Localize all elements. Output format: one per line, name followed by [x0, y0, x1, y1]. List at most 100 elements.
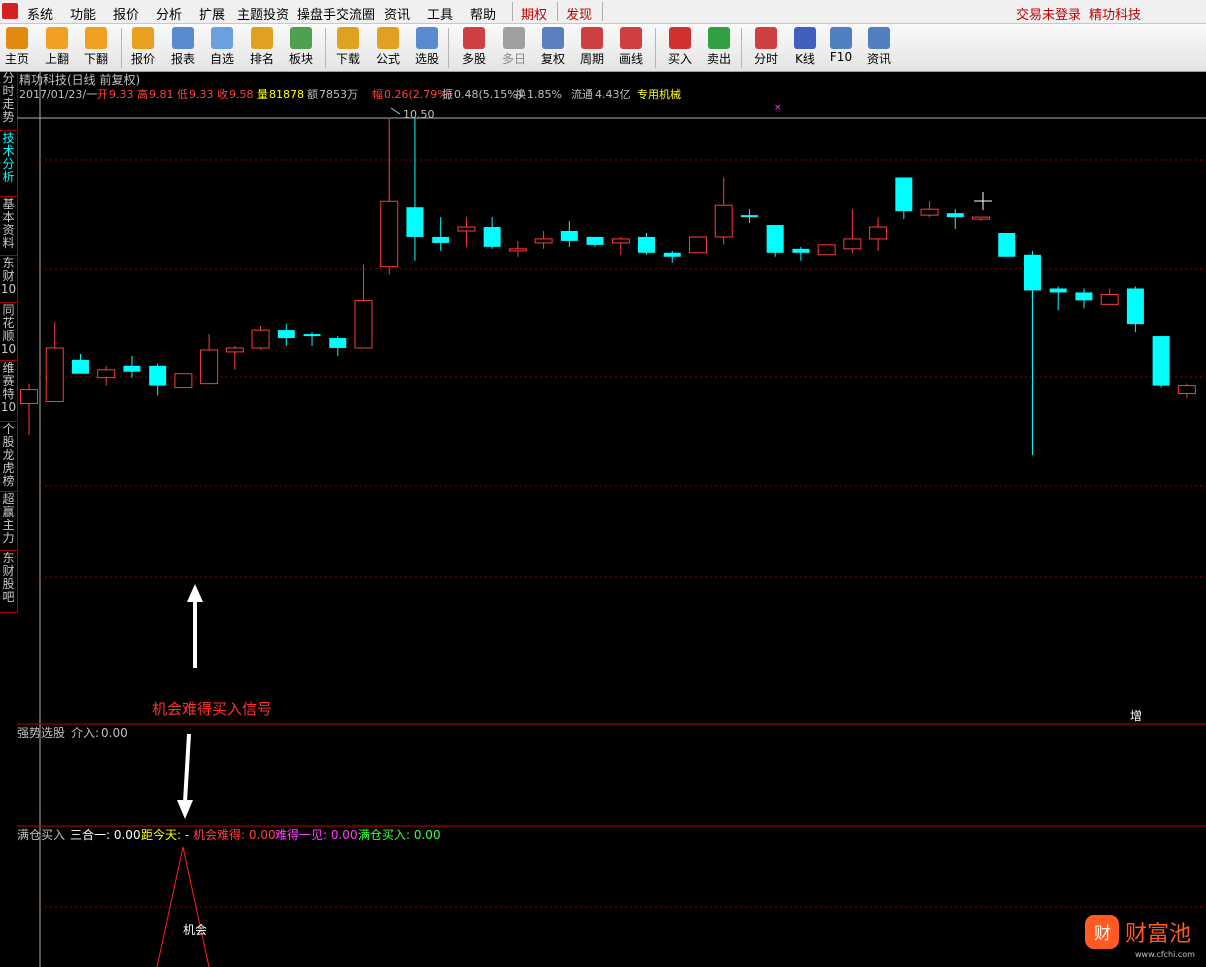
candle-body-up: [508, 248, 527, 252]
panel1-field-value: 0.00: [101, 726, 128, 740]
side-tab-6[interactable]: 个股龙虎榜: [0, 423, 18, 492]
side-tab-0[interactable]: 分时走势: [0, 72, 18, 131]
menu-separator: [557, 2, 558, 21]
event-marker-icon: ×: [774, 103, 782, 113]
side-tab-4[interactable]: 同花顺10: [0, 304, 18, 361]
toolbar-button-stock-picker[interactable]: 选股: [407, 25, 447, 69]
candle-body-up: [1100, 293, 1119, 305]
candle-body-up: [225, 347, 244, 353]
toolbar-button-f6[interactable]: 自选: [202, 25, 242, 69]
f8-icon: [581, 27, 603, 49]
toolbar-button-clock[interactable]: 多日: [494, 25, 534, 69]
toolbar-button-home[interactable]: 主页: [0, 25, 37, 69]
toolbar-button-download[interactable]: 下载: [328, 25, 368, 69]
kline-chart[interactable]: 精功科技(日线 前复权)2017/01/23/一开 9.33 高 9.81 低 9.33 收…: [17, 72, 1206, 967]
up-arrow-icon: [187, 584, 203, 602]
candle-body-up: [972, 216, 991, 220]
header-turnover-value: 1.85%: [527, 88, 562, 101]
toolbar-button-label: 排名: [249, 52, 274, 66]
toolbar-button-buy[interactable]: 买入: [660, 25, 700, 69]
toolbar-button-arrow-down[interactable]: 下翻: [76, 25, 116, 69]
candle-body-up: [817, 244, 836, 256]
menu-separator: [512, 2, 513, 21]
header-volume-value: 81878: [269, 88, 304, 101]
toolbar-button-restore-rights[interactable]: 复权: [533, 25, 573, 69]
candle-body-up: [251, 329, 270, 349]
menu-item-options[interactable]: 期权: [521, 4, 547, 23]
panel1-name: 强势选股: [17, 726, 65, 740]
side-tab-2[interactable]: 基本资料: [0, 198, 18, 256]
side-tab-7[interactable]: 超赢主力: [0, 493, 18, 551]
header-turnover-label: 换: [515, 87, 526, 101]
menu-item-function[interactable]: 功能: [70, 4, 96, 23]
toolbar-button-multi-stock[interactable]: 多股: [454, 25, 494, 69]
stock-picker-icon: [416, 27, 438, 49]
header-high-value: 9.81: [149, 88, 174, 101]
chart-title: 精功科技(日线 前复权): [19, 72, 140, 87]
toolbar-button-label: F10: [829, 50, 853, 64]
candle-body-down: [483, 227, 501, 247]
candle-body-down: [766, 225, 784, 253]
header-low-label: 低: [177, 88, 188, 101]
menu-item-analysis[interactable]: 分析: [156, 4, 182, 23]
candle-body-down: [638, 236, 656, 253]
candle-body-up: [688, 236, 707, 254]
candle-body-up: [534, 238, 553, 244]
toolbar-separator: [741, 28, 742, 68]
toolbar-separator: [121, 28, 122, 68]
candle-body-up: [97, 369, 116, 379]
toolbar-button-sector[interactable]: 板块: [281, 25, 321, 69]
annotation-text: 机会难得买入信号: [152, 700, 272, 718]
menu-item-news[interactable]: 资讯: [384, 4, 410, 23]
header-open-label: 开: [97, 88, 108, 101]
side-tab-8[interactable]: 东财股吧: [0, 552, 18, 613]
candle-body-up: [354, 299, 373, 349]
candle-body-down: [406, 207, 424, 237]
toolbar-button-label: 下翻: [83, 52, 108, 66]
header-volume-label: 量: [257, 88, 268, 101]
menu-item-extend[interactable]: 扩展: [199, 4, 225, 23]
menu-item-theme-invest[interactable]: 主题投资: [237, 4, 289, 23]
candle-body-down: [946, 213, 964, 218]
candle-body-up: [174, 373, 193, 389]
toolbar-button-report[interactable]: 报表: [163, 25, 203, 69]
toolbar-button-news[interactable]: 资讯: [859, 25, 899, 69]
toolbar-button-draw-line[interactable]: 画线: [611, 25, 651, 69]
toolbar: 主页 上翻 下翻 报价 报表 自选 排名 板块 下载 公式 选股 多股 多日 复权 周期 画线 买入 卖出 分时 K线…: [0, 24, 1206, 72]
toolbar-button-label: 卖出: [706, 52, 731, 66]
header-close-label: 收: [217, 87, 228, 101]
candle-body-down: [740, 215, 758, 218]
menu-item-tools[interactable]: 工具: [427, 4, 453, 23]
stock-name-link[interactable]: 精功科技: [1089, 4, 1141, 23]
toolbar-button-intraday[interactable]: 分时: [746, 25, 786, 69]
toolbar-button-kline[interactable]: K线: [785, 25, 825, 69]
side-tab-5[interactable]: 维赛特10: [0, 362, 18, 422]
trade-login-status[interactable]: 交易未登录: [1016, 4, 1081, 23]
toolbar-button-label: 主页: [4, 52, 29, 66]
toolbar-button-f10[interactable]: F10: [821, 25, 861, 69]
toolbar-button-yen[interactable]: 报价: [123, 25, 163, 69]
candle-body-down: [792, 248, 810, 253]
panel2-field-0: 三合一: 0.00: [70, 827, 141, 842]
side-tab-3[interactable]: 东财10: [0, 257, 18, 303]
panel2-field-2: 机会难得: 0.00: [193, 827, 276, 842]
toolbar-button-sell[interactable]: 卖出: [699, 25, 739, 69]
toolbar-button-label: 报价: [130, 52, 155, 66]
candle-body-down: [1023, 254, 1041, 291]
menu-item-quote[interactable]: 报价: [113, 4, 139, 23]
toolbar-button-formula[interactable]: 公式: [368, 25, 408, 69]
toolbar-button-arrow-up[interactable]: 上翻: [37, 25, 77, 69]
side-tab-1[interactable]: 技术分析: [0, 132, 18, 197]
arrow-down-icon: [85, 27, 107, 49]
toolbar-button-f8[interactable]: 周期: [572, 25, 612, 69]
menu-item-system[interactable]: 系统: [27, 4, 53, 23]
side-tab-strip: 分时走势 技术分析 基本资料 东财10 同花顺10 维赛特10 个股龙虎榜 超赢主力 东财股吧: [0, 72, 18, 967]
menu-item-help[interactable]: 帮助: [470, 4, 496, 23]
menu-item-trader-forum[interactable]: 操盘手交流圈: [297, 4, 375, 23]
candle-body-down: [71, 359, 89, 374]
candle-body-down: [998, 232, 1016, 257]
header-float-value: 4.43亿: [595, 88, 631, 101]
toolbar-button-ranking[interactable]: 排名: [242, 25, 282, 69]
toolbar-button-label: 画线: [618, 52, 643, 66]
menu-item-discover[interactable]: 发现: [566, 4, 592, 23]
